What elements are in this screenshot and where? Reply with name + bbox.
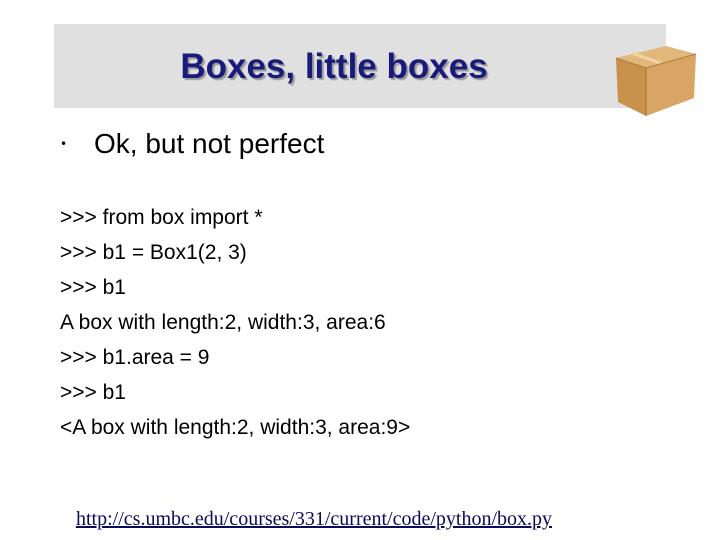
code-line: >>> b1.area = 9 [60, 346, 210, 369]
bullet-item: • Ok, but not perfect [60, 124, 324, 164]
code-line: >>> from box import * [60, 206, 263, 229]
code-line: >>> b1 = Box1(2, 3) [60, 241, 247, 264]
source-link[interactable]: http://cs.umbc.edu/courses/331/current/c… [76, 508, 552, 531]
code-line: A box with length:2, width:3, area:6 [60, 311, 386, 334]
code-line: >>> b1 [60, 381, 126, 404]
bullet-icon: • [60, 137, 68, 151]
cardboard-box-icon [615, 46, 697, 116]
code-line: <A box with length:2, width:3, area:9> [60, 416, 411, 439]
code-block: >>> from box import * >>> b1 = Box1(2, 3… [60, 200, 410, 445]
slide-title: Boxes, little boxes [180, 47, 488, 86]
bullet-text: Ok, but not perfect [94, 128, 325, 159]
code-line: >>> b1 [60, 276, 126, 299]
